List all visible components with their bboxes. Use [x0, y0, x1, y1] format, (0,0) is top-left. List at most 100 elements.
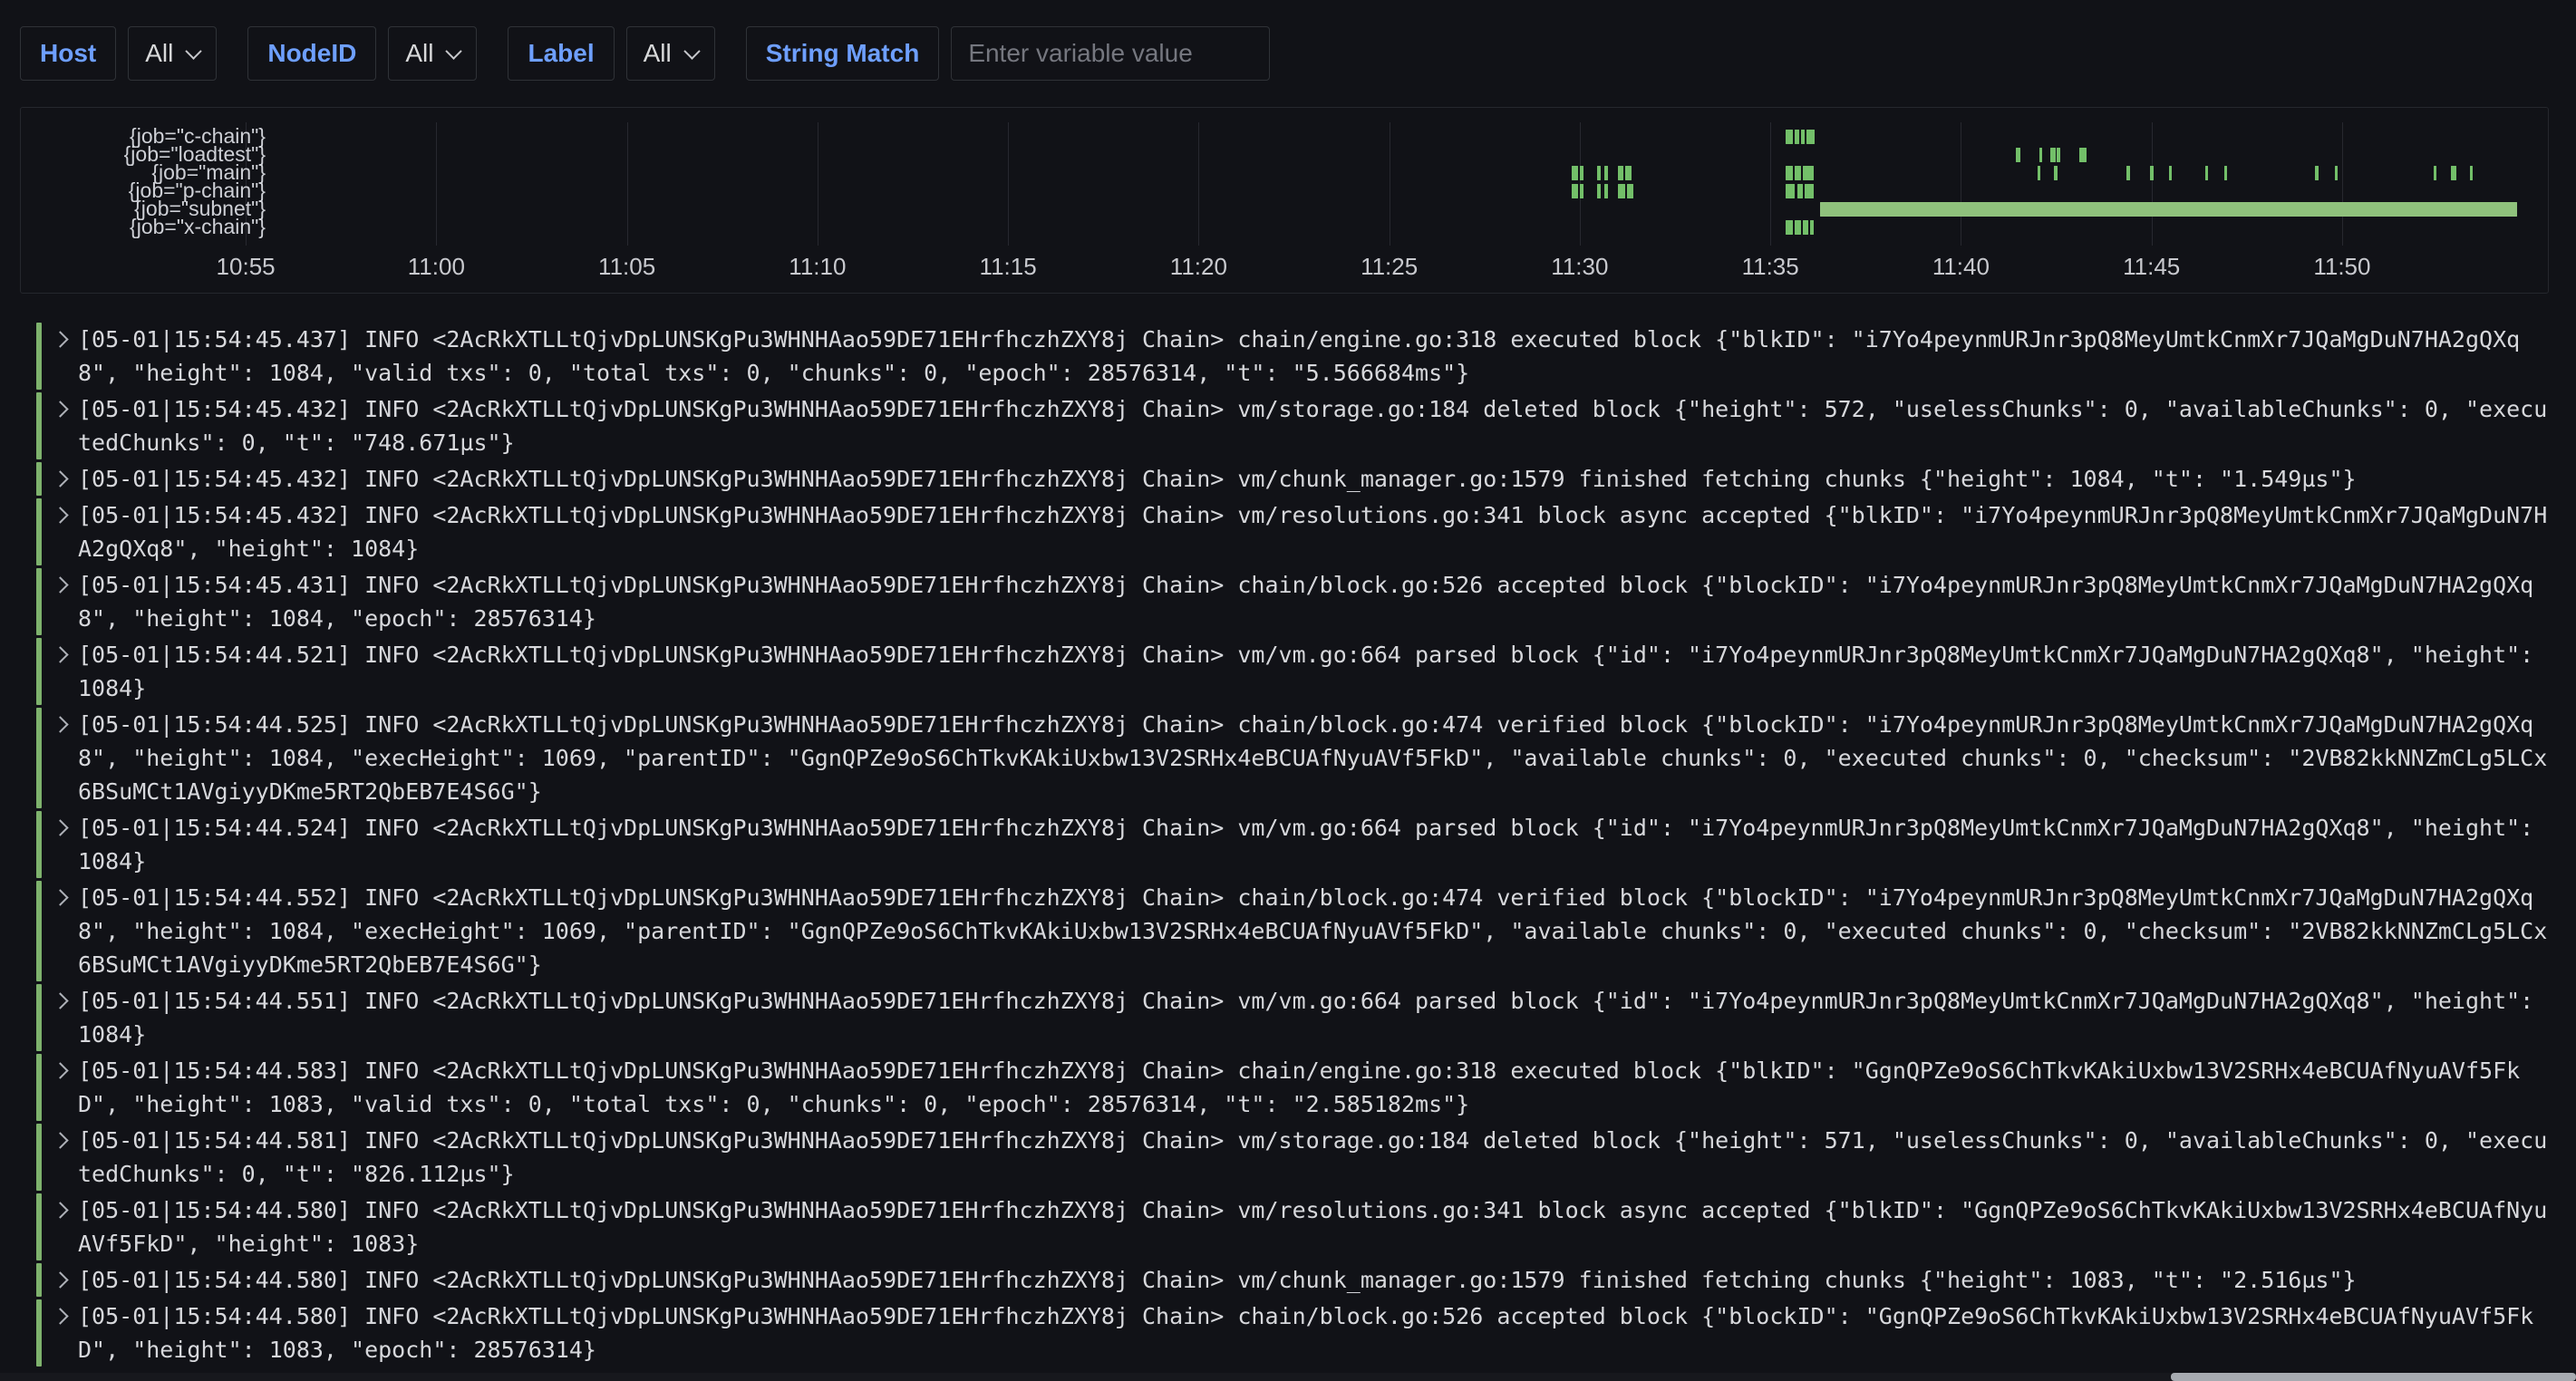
status-mark-jobmain — [2205, 166, 2208, 180]
log-row[interactable]: [05-01|15:54:45.432] INFO <2AcRkXTLLtQjv… — [36, 462, 2552, 496]
string-match-input[interactable] — [951, 26, 1270, 81]
expand-row-button[interactable] — [42, 568, 78, 635]
status-mark-jobc-chain — [1801, 130, 1805, 144]
status-mark-jobmain — [2150, 166, 2154, 180]
status-mark-jobsubnet — [1820, 202, 2518, 217]
log-row[interactable]: [05-01|15:54:45.432] INFO <2AcRkXTLLtQjv… — [36, 498, 2552, 565]
status-mark-jobmain — [2315, 166, 2318, 180]
log-line-text: [05-01|15:54:44.525] INFO <2AcRkXTLLtQjv… — [78, 708, 2552, 808]
log-volume-timeline-panel: 10:5511:0011:0511:1011:1511:2011:2511:30… — [20, 107, 2549, 294]
log-row[interactable]: [05-01|15:54:44.524] INFO <2AcRkXTLLtQjv… — [36, 811, 2552, 878]
timeline-series-labels: {job="c-chain"}{job="loadtest"}{job="mai… — [21, 127, 266, 236]
status-mark-jobc-chain — [1786, 130, 1793, 144]
status-mark-jobmain — [2470, 166, 2473, 180]
variable-dropdown-host[interactable]: All — [128, 26, 217, 81]
timeline-gridline — [2342, 122, 2343, 246]
expand-row-button[interactable] — [42, 1193, 78, 1260]
expand-row-button[interactable] — [42, 1299, 78, 1367]
expand-row-button[interactable] — [42, 638, 78, 705]
status-mark-jobmain — [1803, 166, 1815, 180]
log-line-text: [05-01|15:54:44.580] INFO <2AcRkXTLLtQjv… — [78, 1263, 2552, 1297]
expand-row-button[interactable] — [42, 984, 78, 1051]
chevron-right-icon — [52, 716, 68, 732]
chevron-right-icon — [52, 1271, 68, 1288]
status-mark-jobloadtest — [2039, 148, 2042, 162]
status-mark-jobx-chain — [1786, 220, 1793, 235]
timeline-gridline — [436, 122, 437, 246]
chevron-down-icon — [186, 43, 202, 59]
status-mark-jobp-chain — [1604, 184, 1608, 198]
timeline-axis-tick-label: 11:50 — [2313, 253, 2370, 281]
log-row[interactable]: [05-01|15:54:44.583] INFO <2AcRkXTLLtQjv… — [36, 1054, 2552, 1121]
expand-row-button[interactable] — [42, 881, 78, 981]
variable-dropdown-nodeid[interactable]: All — [388, 26, 477, 81]
log-row[interactable]: [05-01|15:54:44.580] INFO <2AcRkXTLLtQjv… — [36, 1193, 2552, 1260]
log-line-text: [05-01|15:54:44.581] INFO <2AcRkXTLLtQjv… — [78, 1124, 2552, 1191]
status-mark-jobx-chain — [1810, 220, 1814, 235]
variable-group-nodeid: NodeIDAll — [247, 26, 477, 81]
status-mark-jobmain — [1572, 166, 1577, 180]
variable-label-label: Label — [508, 26, 614, 81]
log-row[interactable]: [05-01|15:54:44.552] INFO <2AcRkXTLLtQjv… — [36, 881, 2552, 981]
expand-row-button[interactable] — [42, 392, 78, 459]
timeline-gridline — [627, 122, 628, 246]
expand-row-button[interactable] — [42, 1263, 78, 1297]
variable-group-host: HostAll — [20, 26, 217, 81]
horizontal-scrollbar-thumb[interactable] — [2171, 1373, 2576, 1381]
status-mark-jobmain — [1786, 166, 1793, 180]
variable-value-text: All — [644, 39, 672, 68]
log-line-text: [05-01|15:54:44.580] INFO <2AcRkXTLLtQjv… — [78, 1193, 2552, 1260]
expand-row-button[interactable] — [42, 498, 78, 565]
chevron-right-icon — [52, 401, 68, 417]
status-mark-jobmain — [2224, 166, 2227, 180]
expand-row-button[interactable] — [42, 1054, 78, 1121]
chevron-down-icon — [446, 43, 462, 59]
status-mark-jobmain — [1625, 166, 1631, 180]
status-mark-jobmain — [2169, 166, 2172, 180]
status-mark-jobmain — [2038, 166, 2040, 180]
log-row[interactable]: [05-01|15:54:45.437] INFO <2AcRkXTLLtQjv… — [36, 323, 2552, 390]
status-mark-jobx-chain — [1795, 220, 1800, 235]
expand-row-button[interactable] — [42, 708, 78, 808]
chevron-down-icon — [683, 43, 700, 59]
log-line-text: [05-01|15:54:44.524] INFO <2AcRkXTLLtQjv… — [78, 811, 2552, 878]
variable-label-nodeid: NodeID — [247, 26, 376, 81]
status-mark-jobloadtest — [2079, 148, 2087, 162]
status-mark-jobp-chain — [1572, 184, 1577, 198]
chevron-right-icon — [52, 1202, 68, 1218]
log-row[interactable]: [05-01|15:54:44.581] INFO <2AcRkXTLLtQjv… — [36, 1124, 2552, 1191]
timeline-gridline — [1008, 122, 1009, 246]
chevron-right-icon — [52, 331, 68, 347]
status-mark-jobloadtest — [2057, 148, 2059, 162]
expand-row-button[interactable] — [42, 1124, 78, 1191]
log-row[interactable]: [05-01|15:54:44.580] INFO <2AcRkXTLLtQjv… — [36, 1299, 2552, 1367]
timeline-axis-tick-label: 11:45 — [2123, 253, 2180, 281]
chevron-right-icon — [52, 889, 68, 905]
expand-row-button[interactable] — [42, 462, 78, 496]
log-row[interactable]: [05-01|15:54:45.431] INFO <2AcRkXTLLtQjv… — [36, 568, 2552, 635]
status-mark-jobp-chain — [1627, 184, 1632, 198]
status-mark-jobloadtest — [2016, 148, 2019, 162]
log-row[interactable]: [05-01|15:54:44.521] INFO <2AcRkXTLLtQjv… — [36, 638, 2552, 705]
variable-dropdown-label[interactable]: All — [626, 26, 715, 81]
horizontal-scrollbar-track — [0, 1373, 2576, 1381]
status-mark-jobc-chain — [1806, 130, 1814, 144]
expand-row-button[interactable] — [42, 323, 78, 390]
log-rows-panel: [05-01|15:54:45.437] INFO <2AcRkXTLLtQjv… — [36, 323, 2552, 1369]
log-line-text: [05-01|15:54:45.432] INFO <2AcRkXTLLtQjv… — [78, 462, 2552, 496]
log-line-text: [05-01|15:54:45.437] INFO <2AcRkXTLLtQjv… — [78, 323, 2552, 390]
status-mark-jobmain — [2126, 166, 2129, 180]
status-mark-jobp-chain — [1597, 184, 1601, 198]
log-line-text: [05-01|15:54:45.431] INFO <2AcRkXTLLtQjv… — [78, 568, 2552, 635]
variable-group-label: Label All — [508, 26, 714, 81]
log-row[interactable]: [05-01|15:54:44.525] INFO <2AcRkXTLLtQjv… — [36, 708, 2552, 808]
log-row[interactable]: [05-01|15:54:44.551] INFO <2AcRkXTLLtQjv… — [36, 984, 2552, 1051]
log-line-text: [05-01|15:54:44.580] INFO <2AcRkXTLLtQjv… — [78, 1299, 2552, 1367]
chevron-right-icon — [52, 992, 68, 1009]
status-mark-jobmain — [1597, 166, 1601, 180]
variable-value-text: All — [145, 39, 173, 68]
log-row[interactable]: [05-01|15:54:45.432] INFO <2AcRkXTLLtQjv… — [36, 392, 2552, 459]
expand-row-button[interactable] — [42, 811, 78, 878]
log-row[interactable]: [05-01|15:54:44.580] INFO <2AcRkXTLLtQjv… — [36, 1263, 2552, 1297]
variable-bar: HostAllNodeIDAllLabelAll String Match — [20, 25, 2556, 82]
